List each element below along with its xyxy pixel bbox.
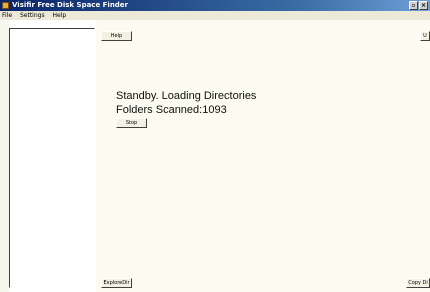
left-gutter [0, 20, 9, 292]
maximize-button[interactable]: ▫ [409, 1, 418, 10]
copy-dir-button[interactable]: Copy Di [406, 278, 430, 288]
menu-bar: File Settings Help [0, 11, 430, 20]
menu-settings[interactable]: Settings [20, 12, 45, 19]
top-right-button[interactable]: U [420, 31, 430, 41]
directory-tree-panel[interactable] [9, 28, 95, 288]
stop-button[interactable]: Stop [116, 118, 147, 128]
help-button[interactable]: Help [101, 31, 132, 41]
title-bar: Visifir Free Disk Space Finder ▫ × [0, 0, 430, 11]
status-line-folders-scanned: Folders Scanned:1093 [116, 104, 227, 116]
main-panel [96, 20, 430, 292]
window-title: Visifir Free Disk Space Finder [12, 1, 129, 9]
explore-dir-button[interactable]: ExploreDir [101, 278, 132, 288]
close-button[interactable]: × [419, 1, 428, 10]
status-line-loading: Standby. Loading Directories [116, 90, 257, 102]
menu-file[interactable]: File [2, 12, 12, 19]
menu-help[interactable]: Help [53, 12, 67, 19]
app-icon [2, 2, 9, 9]
